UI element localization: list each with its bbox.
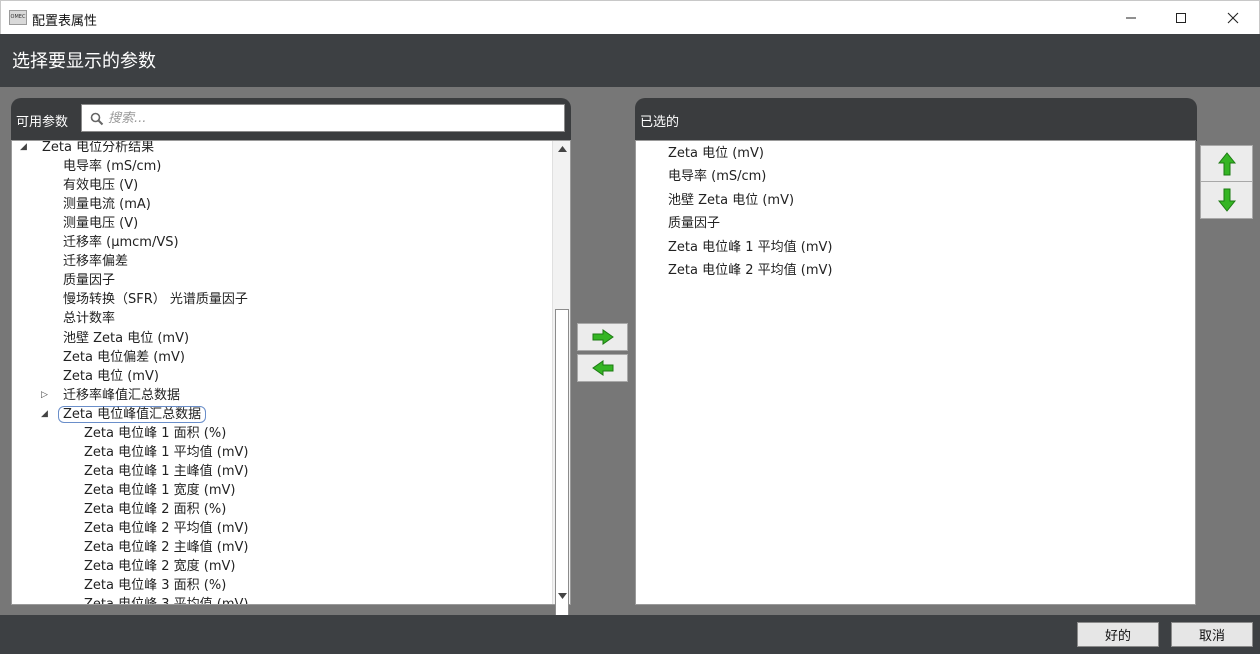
tree-item-label: Zeta 电位峰 2 宽度 (mV) xyxy=(84,559,236,575)
tree-item-label: Zeta 电位分析结果 xyxy=(42,140,155,155)
tree-item[interactable]: Zeta 电位 (mV) xyxy=(63,367,159,386)
minimize-icon xyxy=(1126,17,1136,18)
tree-item[interactable]: 慢场转换（SFR） 光谱质量因子 xyxy=(63,290,248,309)
tree-item-label: Zeta 电位峰 2 平均值 (mV) xyxy=(84,521,249,536)
tree-item[interactable]: 总计数率 xyxy=(63,309,115,328)
move-down-button[interactable] xyxy=(1200,181,1253,219)
expanded-icon[interactable]: ◢ xyxy=(20,141,27,157)
close-button[interactable] xyxy=(1207,1,1259,34)
tree-item-label: 测量电流 (mA) xyxy=(63,197,151,213)
tree-item[interactable]: 测量电压 (V) xyxy=(63,214,138,233)
tree-item-label: 慢场转换（SFR） 光谱质量因子 xyxy=(63,292,248,308)
minimize-button[interactable] xyxy=(1105,1,1157,34)
selected-list-item[interactable]: 池壁 Zeta 电位 (mV) xyxy=(668,191,794,211)
tree-item-label: Zeta 电位峰 1 面积 (%) xyxy=(84,425,227,441)
tree-item[interactable]: Zeta 电位峰 2 宽度 (mV) xyxy=(84,557,235,576)
tree-item-label: Zeta 电位 (mV) xyxy=(63,368,159,384)
selected-list-item[interactable]: Zeta 电位峰 1 平均值 (mV) xyxy=(668,238,832,258)
scroll-up-button[interactable] xyxy=(553,141,571,157)
tree-item-label: 质量因子 xyxy=(63,273,116,289)
tree-item-label: Zeta 电位峰 2 面积 (%) xyxy=(84,501,227,517)
arrow-up-icon xyxy=(1217,152,1236,176)
close-icon xyxy=(1227,12,1239,23)
tree-item[interactable]: Zeta 电位峰 2 面积 (%) xyxy=(84,500,226,519)
tree-item[interactable]: Zeta 电位峰 2 主峰值 (mV) xyxy=(84,538,248,557)
scroll-up-icon xyxy=(557,146,567,152)
tree-item-label: 迁移率偏差 xyxy=(63,254,129,270)
tree-item[interactable]: ◢ Zeta 电位分析结果 xyxy=(20,140,155,157)
dialog-footer xyxy=(0,615,1260,654)
scroll-down-button[interactable] xyxy=(553,588,571,604)
tree-item[interactable]: Zeta 电位峰 2 平均值 (mV) xyxy=(84,519,248,538)
tree-item[interactable]: Zeta 电位峰 1 面积 (%) xyxy=(84,424,226,443)
maximize-button[interactable] xyxy=(1155,1,1207,34)
header-title: 选择要显示的参数 xyxy=(12,51,156,72)
selected-list-item[interactable]: Zeta 电位峰 2 平均值 (mV) xyxy=(668,261,832,281)
tree-item[interactable]: 有效电压 (V) xyxy=(63,176,138,195)
tree-item[interactable]: ◢ Zeta 电位峰值汇总数据 xyxy=(41,405,207,424)
search-box[interactable] xyxy=(81,104,565,132)
selected-list-item[interactable]: 电导率 (mS/cm) xyxy=(668,167,766,187)
available-tree[interactable]: ◢ Zeta 电位分析结果电导率 (mS/cm) 有效电压 (V) 测量电流 (mA)… xyxy=(11,140,571,605)
selected-list[interactable]: Zeta 电位 (mV) 电导率 (mS/cm) 池壁 Zeta 电位 (mV) 质量… xyxy=(635,140,1196,605)
tree-item-label: 总计数率 xyxy=(63,311,116,327)
tree-scrollbar[interactable] xyxy=(552,141,571,654)
tree-item[interactable]: 迁移率 (µmcm/VS) xyxy=(63,233,179,252)
tree-item-label: Zeta 电位峰 3 面积 (%) xyxy=(84,578,227,594)
tree-item-label: 有效电压 (V) xyxy=(63,178,139,194)
window-titlebar: OMEC 配置表属性 xyxy=(0,0,1260,34)
maximize-icon xyxy=(1176,12,1186,23)
tree-item[interactable]: Zeta 电位峰 3 面积 (%) xyxy=(84,576,226,595)
tree-item[interactable]: Zeta 电位峰 3 平均值 (mV) xyxy=(84,595,249,605)
tree-item-label: Zeta 电位峰 3 平均值 (mV) xyxy=(84,597,249,605)
tree-item[interactable]: Zeta 电位峰 1 宽度 (mV) xyxy=(84,481,235,500)
tree-item-label: 池壁 Zeta 电位 (mV) xyxy=(63,330,190,346)
tree-item[interactable]: 测量电流 (mA) xyxy=(63,195,151,214)
tree-item-label: 电导率 (mS/cm) xyxy=(63,159,162,175)
remove-from-selected-button[interactable] xyxy=(577,354,628,382)
app-logo: OMEC xyxy=(9,10,27,25)
selected-list-item[interactable]: Zeta 电位 (mV) xyxy=(668,144,764,164)
arrow-down-icon xyxy=(1217,188,1236,212)
tree-item[interactable]: Zeta 电位峰 1 平均值 (mV) xyxy=(84,443,248,462)
scroll-down-icon xyxy=(557,593,567,599)
tree-item[interactable]: 质量因子 xyxy=(63,271,115,290)
arrow-left-icon xyxy=(591,360,613,376)
add-to-selected-button[interactable] xyxy=(577,323,628,351)
selected-label: 已选的 xyxy=(640,115,680,130)
cancel-button[interactable]: 取消 xyxy=(1171,622,1253,647)
selected-list-item[interactable]: 质量因子 xyxy=(668,214,720,234)
tree-item-label: Zeta 电位峰值汇总数据 xyxy=(58,405,207,423)
tree-item-label: 迁移率峰值汇总数据 xyxy=(63,387,181,403)
selected-panel-header xyxy=(635,98,1197,141)
tree-item-label: 迁移率 (µmcm/VS) xyxy=(63,235,179,251)
ok-button[interactable]: 好的 xyxy=(1077,622,1159,647)
tree-item-label: Zeta 电位偏差 (mV) xyxy=(63,349,185,365)
tree-item[interactable]: Zeta 电位峰 1 主峰值 (mV) xyxy=(84,462,248,481)
tree-item[interactable]: 电导率 (mS/cm) xyxy=(63,157,161,176)
expanded-icon[interactable]: ◢ xyxy=(41,405,48,424)
tree-item[interactable]: 池壁 Zeta 电位 (mV) xyxy=(63,329,189,348)
tree-item-label: 测量电压 (V) xyxy=(63,216,139,232)
move-up-button[interactable] xyxy=(1200,145,1253,183)
available-label: 可用参数 xyxy=(16,115,69,130)
dialog-header: 选择要显示的参数 xyxy=(0,34,1260,87)
tree-item[interactable]: 迁移率偏差 xyxy=(63,252,128,271)
tree-item-label: Zeta 电位峰 1 平均值 (mV) xyxy=(84,444,249,460)
search-input[interactable] xyxy=(108,108,558,128)
search-icon xyxy=(90,112,104,126)
tree-item-label: Zeta 电位峰 1 宽度 (mV) xyxy=(84,482,236,498)
tree-item[interactable]: ▷ 迁移率峰值汇总数据 xyxy=(41,386,181,405)
window-title: 配置表属性 xyxy=(32,14,98,29)
arrow-right-icon xyxy=(592,329,614,345)
tree-item[interactable]: Zeta 电位偏差 (mV) xyxy=(63,348,185,367)
tree-item-label: Zeta 电位峰 1 主峰值 (mV) xyxy=(84,463,249,479)
tree-item-label: Zeta 电位峰 2 主峰值 (mV) xyxy=(84,540,249,556)
collapsed-icon[interactable]: ▷ xyxy=(41,386,48,405)
